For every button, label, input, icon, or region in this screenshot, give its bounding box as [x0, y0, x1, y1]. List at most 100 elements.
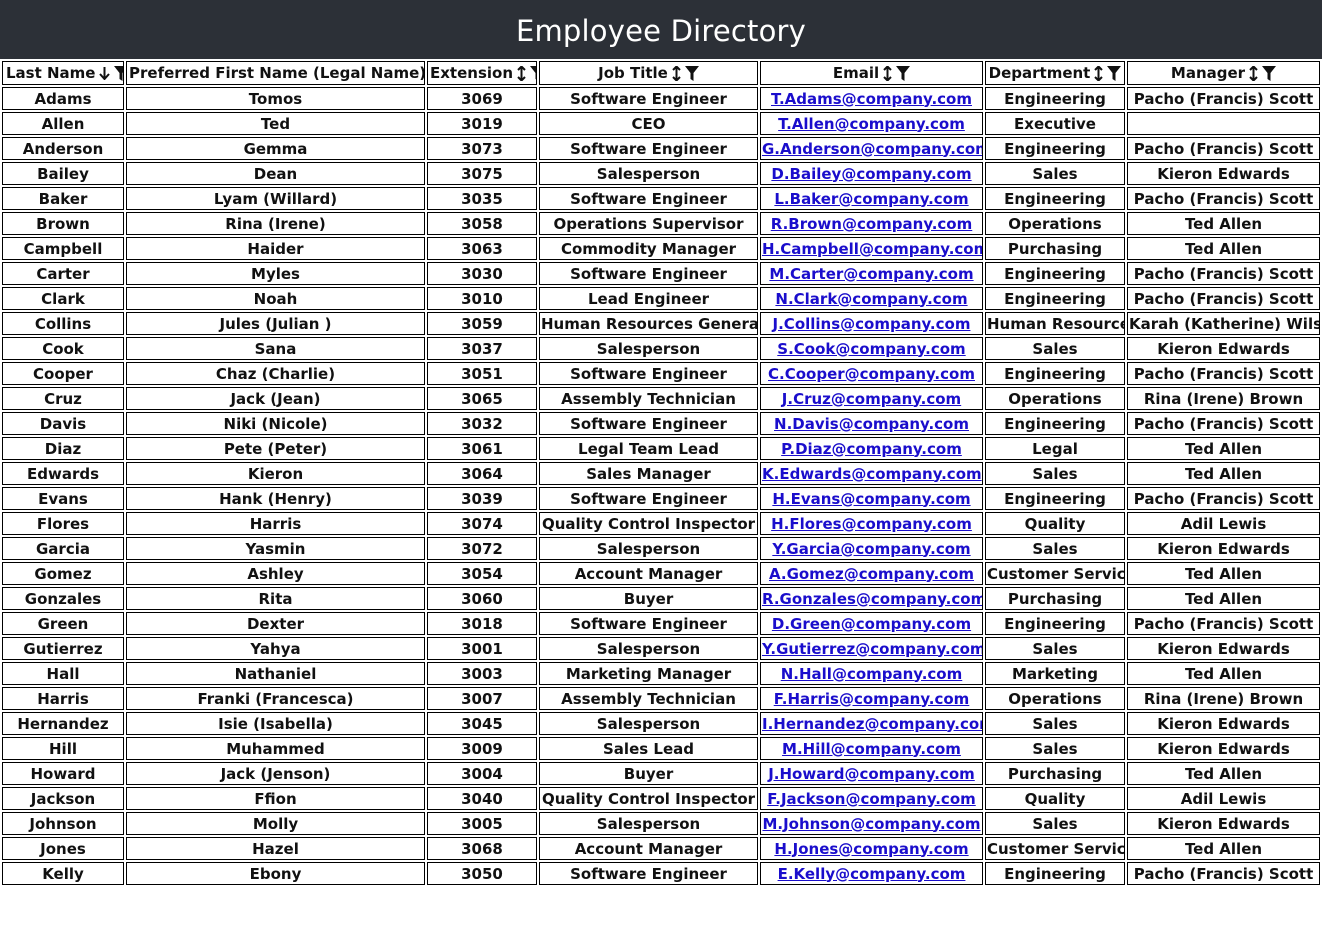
- email-link[interactable]: H.Flores@company.com: [771, 515, 972, 533]
- cell-last-name: Anderson: [2, 137, 124, 160]
- sort-icon[interactable]: [1094, 65, 1104, 81]
- filter-icon[interactable]: [114, 65, 123, 81]
- cell-job-title: Software Engineer: [539, 862, 758, 885]
- cell-last-name: Allen: [2, 112, 124, 135]
- cell-job-title: Buyer: [539, 762, 758, 785]
- table-row: Hernandez Isie (Isabella) 3045 Salesperson I…: [2, 712, 1320, 735]
- table-row: Harris Franki (Francesca) 3007 Assembly Tec…: [2, 687, 1320, 710]
- cell-email: K.Edwards@company.com: [760, 462, 983, 485]
- cell-department: Quality: [985, 512, 1125, 535]
- email-link[interactable]: H.Evans@company.com: [772, 490, 970, 508]
- email-link[interactable]: R.Brown@company.com: [771, 215, 973, 233]
- filter-icon[interactable]: [530, 65, 536, 81]
- email-link[interactable]: N.Davis@company.com: [774, 415, 969, 433]
- cell-last-name: Collins: [2, 312, 124, 335]
- email-link[interactable]: Y.Garcia@company.com: [772, 540, 970, 558]
- cell-job-title: Software Engineer: [539, 362, 758, 385]
- column-label: Manager: [1170, 64, 1246, 82]
- column-header-last-name[interactable]: Last Name: [2, 61, 124, 85]
- email-link[interactable]: L.Baker@company.com: [774, 190, 968, 208]
- email-link[interactable]: J.Howard@company.com: [768, 765, 975, 783]
- column-header-extension[interactable]: Extension: [427, 61, 537, 85]
- email-link[interactable]: F.Harris@company.com: [774, 690, 970, 708]
- cell-email: L.Baker@company.com: [760, 187, 983, 210]
- cell-last-name: Harris: [2, 687, 124, 710]
- email-link[interactable]: M.Carter@company.com: [769, 265, 973, 283]
- table-row: Allen Ted 3019 CEO T.Allen@company.com Execut…: [2, 112, 1320, 135]
- email-link[interactable]: R.Gonzales@company.com: [762, 590, 982, 608]
- table-row: Howard Jack (Jenson) 3004 Buyer J.Howard@com…: [2, 762, 1320, 785]
- email-link[interactable]: T.Allen@company.com: [778, 115, 965, 133]
- cell-job-title: Assembly Technician: [539, 687, 758, 710]
- filter-icon[interactable]: [896, 65, 911, 81]
- table-row: Clark Noah 3010 Lead Engineer N.Clark@compan…: [2, 287, 1320, 310]
- email-link[interactable]: J.Cruz@company.com: [782, 390, 961, 408]
- email-link[interactable]: M.Hill@company.com: [782, 740, 961, 758]
- cell-last-name: Green: [2, 612, 124, 635]
- cell-manager: Ted Allen: [1127, 587, 1320, 610]
- cell-job-title: Software Engineer: [539, 187, 758, 210]
- filter-icon[interactable]: [1107, 65, 1122, 81]
- email-link[interactable]: N.Clark@company.com: [775, 290, 967, 308]
- email-link[interactable]: C.Cooper@company.com: [768, 365, 975, 383]
- cell-preferred-first-name: Franki (Francesca): [126, 687, 425, 710]
- cell-extension: 3058: [427, 212, 537, 235]
- sort-descending-icon[interactable]: [99, 66, 111, 80]
- cell-email: R.Gonzales@company.com: [760, 587, 983, 610]
- column-header-email[interactable]: Email: [760, 61, 983, 85]
- cell-preferred-first-name: Kieron: [126, 462, 425, 485]
- table-row: Edwards Kieron 3064 Sales Manager K.Edwards@…: [2, 462, 1320, 485]
- email-link[interactable]: N.Hall@company.com: [781, 665, 963, 683]
- sort-icon[interactable]: [517, 65, 526, 81]
- cell-preferred-first-name: Myles: [126, 262, 425, 285]
- cell-manager: Kieron Edwards: [1127, 337, 1320, 360]
- email-link[interactable]: A.Gomez@company.com: [769, 565, 974, 583]
- email-link[interactable]: Y.Gutierrez@company.com: [762, 640, 982, 658]
- column-header-department[interactable]: Department: [985, 61, 1125, 85]
- cell-last-name: Cruz: [2, 387, 124, 410]
- email-link[interactable]: P.Diaz@company.com: [781, 440, 962, 458]
- cell-last-name: Carter: [2, 262, 124, 285]
- email-link[interactable]: F.Jackson@company.com: [767, 790, 976, 808]
- sort-icon[interactable]: [1249, 65, 1258, 81]
- cell-email: M.Johnson@company.com: [760, 812, 983, 835]
- cell-extension: 3010: [427, 287, 537, 310]
- cell-department: Engineering: [985, 412, 1125, 435]
- cell-last-name: Diaz: [2, 437, 124, 460]
- filter-icon[interactable]: [684, 65, 699, 81]
- email-link[interactable]: H.Campbell@company.com: [762, 240, 982, 258]
- cell-job-title: Software Engineer: [539, 412, 758, 435]
- table-row: Brown Rina (Irene) 3058 Operations Supervis…: [2, 212, 1320, 235]
- column-label: Last Name: [6, 64, 96, 82]
- cell-department: Operations: [985, 212, 1125, 235]
- email-link[interactable]: H.Jones@company.com: [774, 840, 968, 858]
- email-link[interactable]: K.Edwards@company.com: [762, 465, 982, 483]
- cell-extension: 3009: [427, 737, 537, 760]
- cell-extension: 3005: [427, 812, 537, 835]
- email-link[interactable]: E.Kelly@company.com: [778, 865, 966, 883]
- cell-job-title: Quality Control Inspector: [539, 512, 758, 535]
- column-header-job-title[interactable]: Job Title: [539, 61, 758, 85]
- email-link[interactable]: J.Collins@company.com: [773, 315, 971, 333]
- email-link[interactable]: G.Anderson@company.com: [762, 140, 982, 158]
- table-row: Gomez Ashley 3054 Account Manager A.Gomez@co…: [2, 562, 1320, 585]
- cell-email: H.Campbell@company.com: [760, 237, 983, 260]
- sort-icon[interactable]: [672, 65, 681, 81]
- email-link[interactable]: S.Cook@company.com: [777, 340, 965, 358]
- table-row: Cruz Jack (Jean) 3065 Assembly Technician J.…: [2, 387, 1320, 410]
- email-link[interactable]: T.Adams@company.com: [771, 90, 972, 108]
- cell-last-name: Clark: [2, 287, 124, 310]
- cell-extension: 3060: [427, 587, 537, 610]
- email-link[interactable]: I.Hernandez@company.com: [762, 715, 982, 733]
- cell-job-title: Quality Control Inspector: [539, 787, 758, 810]
- filter-icon[interactable]: [1262, 65, 1277, 81]
- sort-icon[interactable]: [883, 65, 892, 81]
- column-header-manager[interactable]: Manager: [1127, 61, 1320, 85]
- email-link[interactable]: D.Bailey@company.com: [771, 165, 971, 183]
- cell-job-title: Operations Supervisor: [539, 212, 758, 235]
- email-link[interactable]: M.Johnson@company.com: [762, 815, 980, 833]
- column-header-preferred-first-name[interactable]: Preferred First Name (Legal Name): [126, 61, 425, 85]
- cell-email: D.Green@company.com: [760, 612, 983, 635]
- cell-job-title: Salesperson: [539, 712, 758, 735]
- email-link[interactable]: D.Green@company.com: [772, 615, 971, 633]
